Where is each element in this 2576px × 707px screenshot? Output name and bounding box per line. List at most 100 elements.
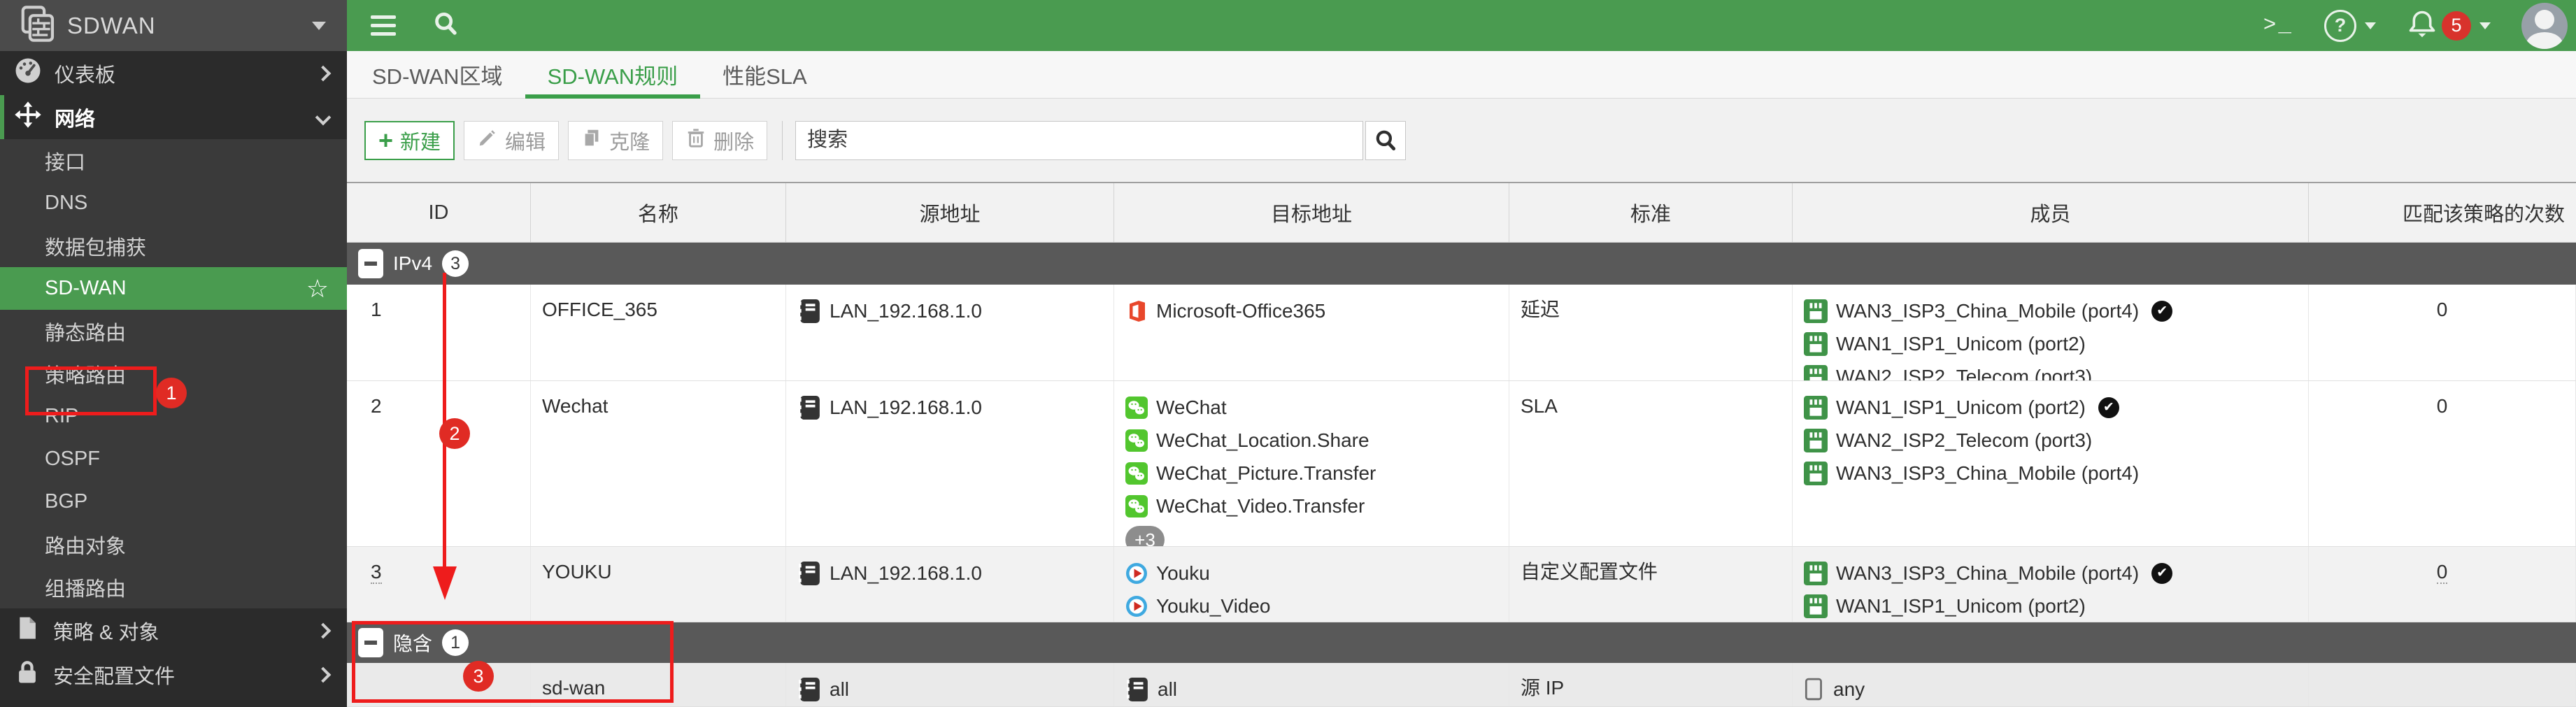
member-item: any [1804, 673, 2308, 706]
tab-performance-sla[interactable]: 性能SLA [723, 51, 807, 98]
menu-toggle-icon[interactable] [371, 15, 396, 36]
toolbar-separator [782, 120, 783, 160]
cell-name: YOUKU [531, 547, 786, 622]
column-header-destination[interactable]: 目标地址 [1114, 183, 1509, 242]
sidebar-item-label: 仪表板 [55, 64, 116, 87]
sidebar-item-dns[interactable]: DNS [0, 182, 347, 224]
more-destinations-badge[interactable]: +3 [1125, 526, 1165, 546]
tab-sdwan-zones[interactable]: SD-WAN区域 [372, 51, 503, 98]
column-header-criteria[interactable]: 标准 [1509, 183, 1793, 242]
logo-area[interactable]: SDWAN [0, 0, 347, 51]
address-icon [799, 395, 820, 420]
selected-check-icon: ✔ [2151, 562, 2173, 584]
wechat-icon [1125, 429, 1148, 452]
wechat-icon [1125, 462, 1148, 485]
cell-destinations: WeChat WeChat_Location.Share WeChat_Pict… [1114, 381, 1509, 546]
sidebar-item-security-profiles[interactable]: 安全配置文件 [0, 652, 347, 697]
tab-sdwan-rules[interactable]: SD-WAN规则 [525, 51, 700, 99]
trash-icon [685, 127, 706, 154]
sidebar-item-network[interactable]: 网络 [0, 95, 347, 139]
move-icon [14, 101, 42, 134]
interface-icon [1804, 299, 1828, 323]
cell-hit-count: 0 [2309, 547, 2576, 622]
column-header-members[interactable]: 成员 [1793, 183, 2309, 242]
sidebar-item-static-routes[interactable]: 静态路由 [0, 310, 347, 352]
table-row[interactable]: 3 YOUKU LAN_192.168.1.0 Youku Youku_Vide… [347, 547, 2576, 622]
sidebar-item-multicast-routes[interactable]: 组播路由 [0, 566, 347, 608]
gauge-icon [14, 57, 42, 90]
column-header-name[interactable]: 名称 [531, 183, 786, 242]
sidebar-item-label: 安全配置文件 [53, 665, 176, 688]
sidebar-item-rip[interactable]: RIP [0, 395, 347, 438]
create-new-button[interactable]: + 新建 [364, 120, 455, 160]
notification-count-badge: 5 [2442, 10, 2471, 41]
group-header-ipv4[interactable]: IPv4 3 [347, 243, 2576, 285]
notification-menu[interactable]: 5 [2407, 8, 2491, 43]
sidebar-item-label: 网络 [55, 108, 96, 131]
cell-name: sd-wan [531, 663, 786, 706]
column-header-hit-count[interactable]: 匹配该策略的次数 [2309, 183, 2576, 242]
help-menu[interactable]: ? [2324, 9, 2376, 42]
star-icon[interactable]: ☆ [306, 274, 329, 303]
interface-icon [1804, 395, 1828, 420]
tab-label: SD-WAN区域 [372, 64, 503, 89]
sidebar-item-label: 路由对象 [45, 535, 127, 558]
sidebar-item-sdwan[interactable]: SD-WAN ☆ [0, 267, 347, 310]
collapse-icon[interactable] [358, 249, 383, 278]
vdom-caret-icon[interactable] [312, 21, 326, 30]
address-icon [799, 561, 820, 585]
sidebar-item-ospf[interactable]: OSPF [0, 438, 347, 480]
column-header-id[interactable]: ID [347, 183, 531, 242]
sidebar-item-bgp[interactable]: BGP [0, 480, 347, 523]
clone-button[interactable]: 克隆 [568, 120, 664, 160]
sidebar-item-label: 策略 & 对象 [53, 621, 159, 644]
group-count-badge: 3 [442, 250, 469, 277]
group-header-implicit[interactable]: 隐含 1 [347, 622, 2576, 663]
plus-icon: + [378, 125, 394, 155]
cell-criteria: 源 IP [1509, 663, 1793, 706]
cell-hit-count [2309, 663, 2576, 706]
sidebar-item-packet-capture[interactable]: 数据包捕获 [0, 224, 347, 267]
sidebar-item-dashboard[interactable]: 仪表板 [0, 51, 347, 95]
search-button[interactable] [1365, 120, 1407, 160]
tab-label: 性能SLA [723, 64, 807, 89]
main-content: SD-WAN区域 SD-WAN规则 性能SLA + 新建 编辑 克隆 删除 搜索… [347, 51, 2576, 707]
edit-button[interactable]: 编辑 [464, 120, 560, 160]
search-input[interactable] [795, 120, 1364, 160]
table-row[interactable]: 1 OFFICE_365 LAN_192.168.1.0 Microsoft-O… [347, 285, 2576, 381]
address-icon [799, 299, 820, 323]
sidebar-item-label: 接口 [45, 151, 86, 174]
any-icon [1805, 678, 1822, 700]
top-bar-actions: >_ ? 5 [2263, 2, 2568, 49]
sidebar-item-policy-objects[interactable]: 策略 & 对象 [0, 608, 347, 652]
cell-id: 3 [347, 547, 531, 622]
sidebar-item-policy-routes[interactable]: 策略路由 [0, 352, 347, 395]
cli-console-icon[interactable]: >_ [2263, 13, 2293, 38]
cell-id [347, 663, 531, 706]
table-row[interactable]: sd-wan all all 源 IP any [347, 663, 2576, 707]
delete-button[interactable]: 删除 [672, 120, 768, 160]
sidebar-item-label: 组播路由 [45, 578, 127, 601]
tab-bar: SD-WAN区域 SD-WAN规则 性能SLA [347, 51, 2576, 99]
global-search-icon[interactable] [432, 10, 459, 41]
chevron-right-icon [315, 65, 332, 81]
sidebar-item-interfaces[interactable]: 接口 [0, 139, 347, 182]
clone-icon [581, 127, 602, 154]
button-label: 删除 [713, 131, 755, 154]
cell-id: 1 [347, 285, 531, 380]
column-header-source[interactable]: 源地址 [786, 183, 1114, 242]
table-row[interactable]: 2 Wechat LAN_192.168.1.0 WeChat WeChat_L… [347, 381, 2576, 547]
destination-item: WeChat_Video.Transfer [1125, 490, 1509, 522]
collapse-icon[interactable] [358, 628, 383, 657]
bell-icon [2407, 8, 2438, 43]
member-item: WAN1_ISP1_Unicom (port2) ✔ [1804, 391, 2308, 424]
cell-members: WAN3_ISP3_China_Mobile (port4) ✔ WAN1_IS… [1793, 285, 2309, 380]
destination-item: all [1125, 673, 1509, 706]
avatar[interactable] [2521, 2, 2568, 49]
sidebar-item-routing-objects[interactable]: 路由对象 [0, 523, 347, 566]
lock-icon [14, 659, 41, 691]
selected-check-icon: ✔ [2151, 300, 2173, 322]
group-count-badge: 1 [442, 629, 469, 656]
cell-id: 2 [347, 381, 531, 546]
cell-hit-count: 0 [2309, 381, 2576, 546]
